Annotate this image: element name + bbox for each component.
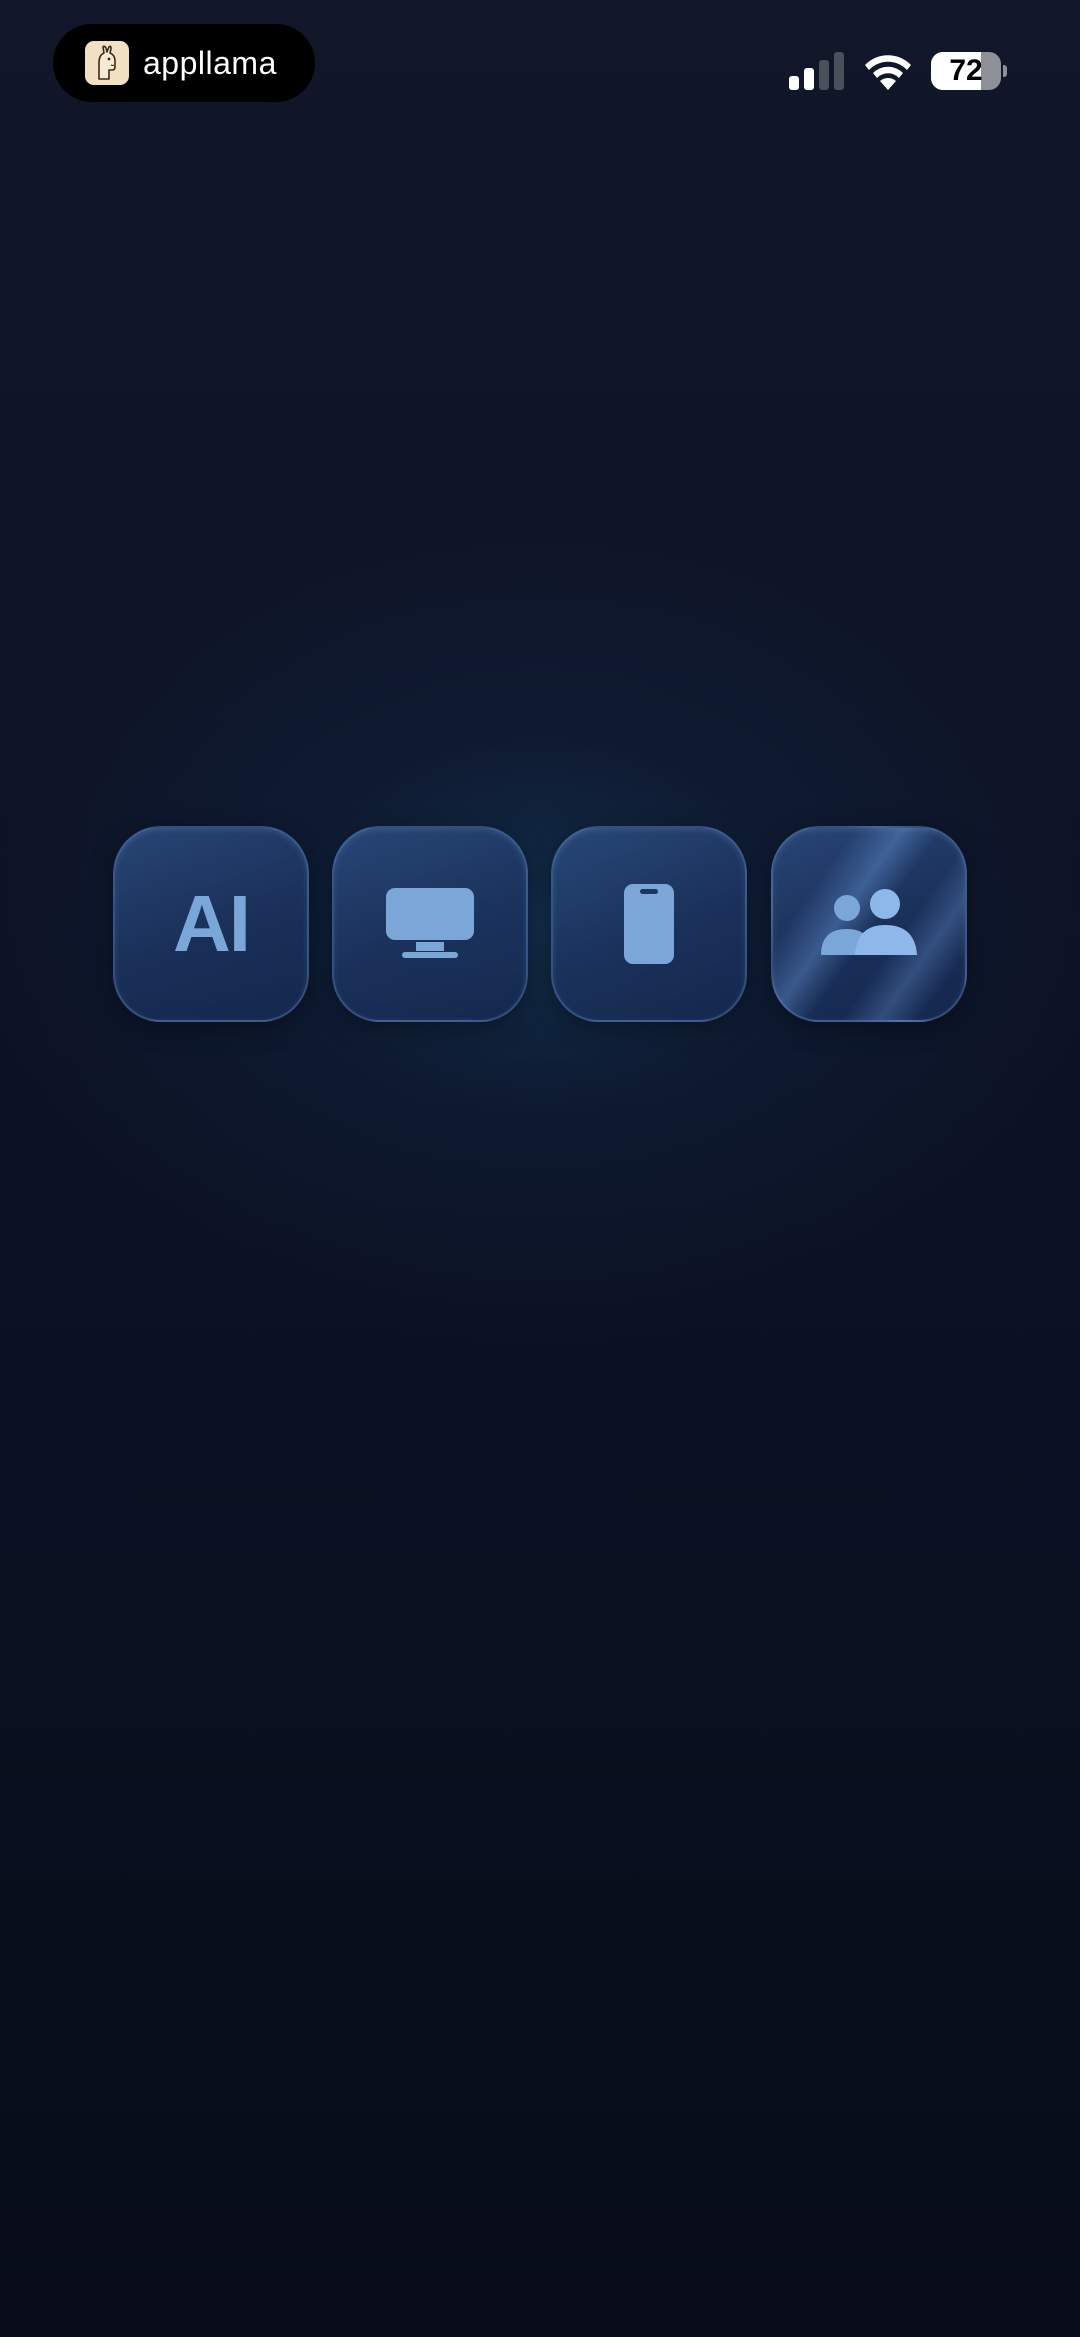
app-indicator-pill[interactable]: appllama bbox=[53, 24, 315, 102]
smartphone-tile[interactable] bbox=[551, 826, 747, 1022]
desktop-monitor-icon bbox=[386, 888, 474, 958]
cellular-signal-icon bbox=[789, 52, 844, 90]
app-logo-icon bbox=[85, 41, 129, 85]
feature-tile-row: AI bbox=[113, 826, 967, 1022]
people-group-icon bbox=[821, 889, 917, 955]
smartphone-icon bbox=[624, 884, 674, 964]
wifi-icon bbox=[865, 55, 911, 90]
battery-level-text: 72 bbox=[949, 54, 983, 87]
battery-icon: 72 bbox=[931, 52, 1007, 90]
app-name-label: appllama bbox=[143, 44, 277, 81]
ai-tile[interactable]: AI bbox=[113, 826, 309, 1022]
people-tile[interactable] bbox=[771, 826, 967, 1022]
ai-text-icon: AI bbox=[173, 879, 251, 968]
desktop-tile[interactable] bbox=[332, 826, 528, 1022]
